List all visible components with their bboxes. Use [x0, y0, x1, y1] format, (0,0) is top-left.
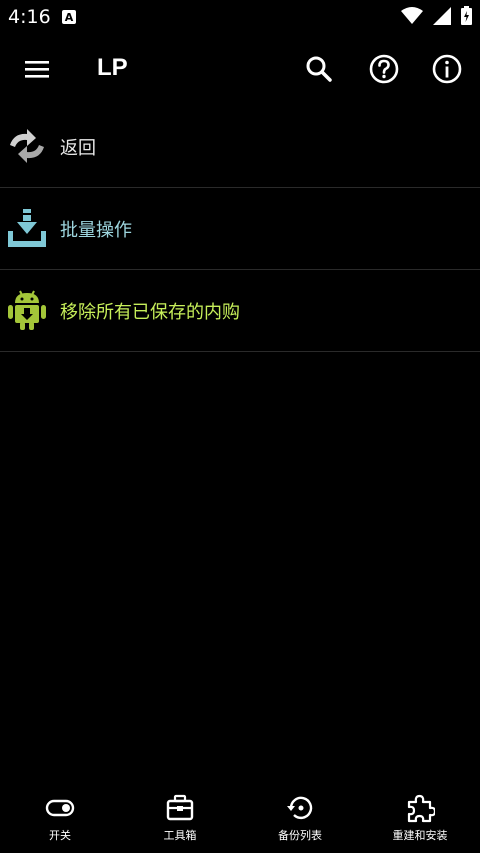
signal-icon [433, 6, 451, 25]
bottom-nav: 开关 工具箱 备份列表 重建和安装 [0, 793, 480, 853]
nav-item-switch[interactable]: 开关 [0, 793, 120, 843]
list-item-batch[interactable]: 批量操作 [0, 188, 480, 270]
nav-label: 备份列表 [278, 829, 322, 842]
notification-icon: A [62, 10, 76, 24]
nav-item-backups[interactable]: 备份列表 [240, 793, 360, 843]
info-icon[interactable] [430, 52, 464, 86]
restore-icon [287, 796, 313, 820]
wifi-icon [401, 6, 423, 24]
nav-item-toolbox[interactable]: 工具箱 [120, 793, 240, 843]
nav-item-rebuild[interactable]: 重建和安装 [360, 793, 480, 843]
list-item-label: 移除所有已保存的内购 [60, 302, 240, 323]
nav-label: 开关 [49, 829, 71, 842]
list-item-label: 返回 [60, 138, 96, 159]
status-bar: 4:16 A [0, 0, 480, 34]
nav-label: 工具箱 [163, 829, 197, 842]
hamburger-menu-icon[interactable] [20, 52, 54, 86]
status-icons [401, 6, 472, 25]
download-tray-icon [8, 209, 46, 247]
toolbox-icon [166, 794, 194, 821]
nav-label: 重建和安装 [392, 829, 448, 842]
battery-icon [461, 6, 472, 25]
android-download-icon [8, 290, 46, 330]
app-bar: LP [0, 34, 480, 104]
status-time: 4:16 [8, 6, 51, 28]
toggle-icon [45, 799, 75, 817]
action-list: 返回 批量操作 移除所有已保存的内购 [0, 106, 480, 352]
app-title: LP [97, 54, 128, 81]
list-item-label: 批量操作 [60, 220, 132, 241]
back-arrows-icon [10, 129, 44, 163]
puzzle-icon [407, 794, 435, 823]
help-icon[interactable] [367, 52, 401, 86]
list-item-back[interactable]: 返回 [0, 106, 480, 188]
list-item-remove-purchases[interactable]: 移除所有已保存的内购 [0, 270, 480, 352]
search-icon[interactable] [302, 52, 336, 86]
